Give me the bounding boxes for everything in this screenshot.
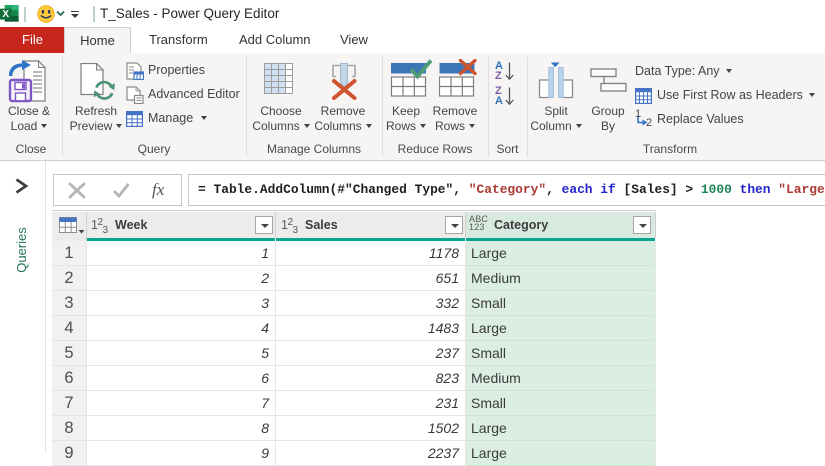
svg-text:X: X: [2, 9, 9, 20]
